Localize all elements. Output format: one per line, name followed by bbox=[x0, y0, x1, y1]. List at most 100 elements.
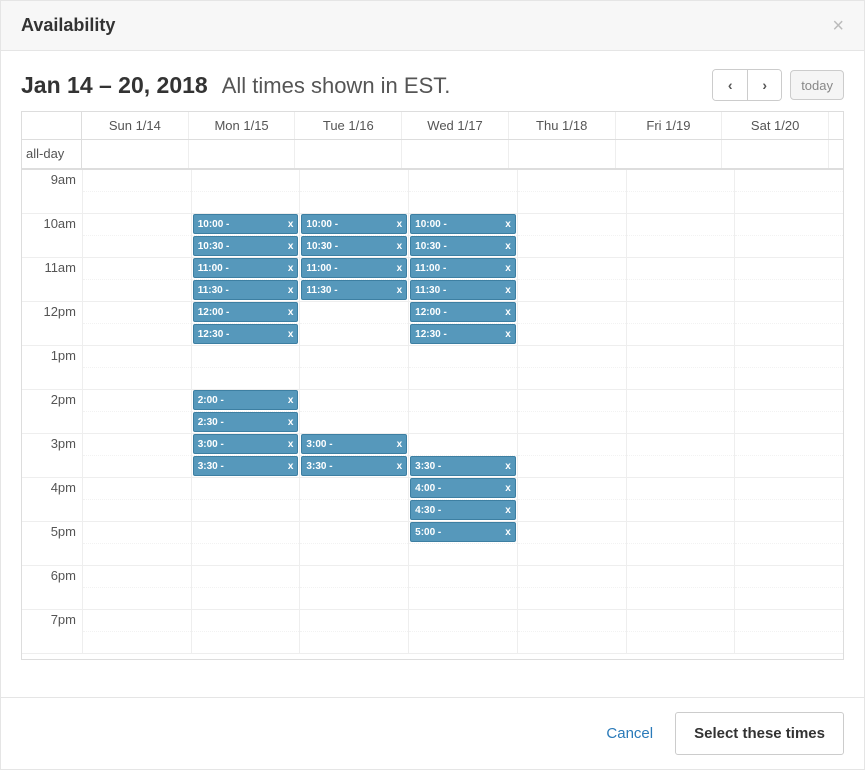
hour-cell[interactable] bbox=[735, 258, 843, 302]
availability-slot[interactable]: 3:30 -x bbox=[301, 456, 407, 476]
remove-slot-icon[interactable]: x bbox=[288, 263, 294, 274]
availability-slot[interactable]: 3:30 -x bbox=[193, 456, 299, 476]
hour-cell[interactable] bbox=[735, 346, 843, 390]
remove-slot-icon[interactable]: x bbox=[397, 461, 403, 472]
availability-slot[interactable]: 12:00 -x bbox=[410, 302, 516, 322]
availability-slot[interactable]: 2:00 -x bbox=[193, 390, 299, 410]
remove-slot-icon[interactable]: x bbox=[288, 461, 294, 472]
hour-cell[interactable] bbox=[518, 522, 626, 566]
hour-cell[interactable] bbox=[735, 566, 843, 610]
calendar-scroll-area[interactable]: 9am10am11am12pm1pm2pm3pm4pm5pm6pm7pm 10:… bbox=[21, 170, 844, 660]
remove-slot-icon[interactable]: x bbox=[397, 439, 403, 450]
prev-week-button[interactable]: ‹ bbox=[713, 70, 747, 100]
hour-cell[interactable] bbox=[735, 170, 843, 214]
availability-slot[interactable]: 10:30 -x bbox=[193, 236, 299, 256]
allday-sun[interactable] bbox=[82, 140, 189, 168]
hour-cell[interactable] bbox=[192, 346, 300, 390]
remove-slot-icon[interactable]: x bbox=[505, 505, 511, 516]
remove-slot-icon[interactable]: x bbox=[505, 307, 511, 318]
hour-cell[interactable] bbox=[192, 522, 300, 566]
remove-slot-icon[interactable]: x bbox=[288, 219, 294, 230]
remove-slot-icon[interactable]: x bbox=[288, 307, 294, 318]
hour-cell[interactable] bbox=[83, 566, 191, 610]
hour-cell[interactable] bbox=[518, 610, 626, 654]
hour-cell[interactable] bbox=[192, 478, 300, 522]
availability-slot[interactable]: 11:00 -x bbox=[193, 258, 299, 278]
hour-cell[interactable] bbox=[627, 346, 735, 390]
hour-cell[interactable] bbox=[627, 302, 735, 346]
day-col-fri[interactable] bbox=[626, 170, 735, 654]
hour-cell[interactable] bbox=[627, 478, 735, 522]
hour-cell[interactable] bbox=[627, 214, 735, 258]
availability-slot[interactable]: 11:30 -x bbox=[410, 280, 516, 300]
remove-slot-icon[interactable]: x bbox=[505, 263, 511, 274]
hour-cell[interactable] bbox=[300, 390, 408, 434]
availability-slot[interactable]: 11:30 -x bbox=[301, 280, 407, 300]
remove-slot-icon[interactable]: x bbox=[505, 461, 511, 472]
availability-slot[interactable]: 10:00 -x bbox=[301, 214, 407, 234]
hour-cell[interactable] bbox=[83, 522, 191, 566]
remove-slot-icon[interactable]: x bbox=[288, 439, 294, 450]
hour-cell[interactable] bbox=[192, 170, 300, 214]
allday-sat[interactable] bbox=[722, 140, 829, 168]
hour-cell[interactable] bbox=[83, 258, 191, 302]
hour-cell[interactable] bbox=[518, 566, 626, 610]
availability-slot[interactable]: 12:00 -x bbox=[193, 302, 299, 322]
day-col-thu[interactable] bbox=[517, 170, 626, 654]
availability-slot[interactable]: 4:00 -x bbox=[410, 478, 516, 498]
remove-slot-icon[interactable]: x bbox=[288, 395, 294, 406]
hour-cell[interactable] bbox=[735, 390, 843, 434]
hour-cell[interactable] bbox=[735, 302, 843, 346]
remove-slot-icon[interactable]: x bbox=[288, 285, 294, 296]
hour-cell[interactable] bbox=[627, 434, 735, 478]
remove-slot-icon[interactable]: x bbox=[397, 285, 403, 296]
day-col-sat[interactable] bbox=[734, 170, 843, 654]
hour-cell[interactable] bbox=[192, 610, 300, 654]
hour-cell[interactable] bbox=[83, 302, 191, 346]
remove-slot-icon[interactable]: x bbox=[397, 219, 403, 230]
hour-cell[interactable] bbox=[518, 390, 626, 434]
remove-slot-icon[interactable]: x bbox=[505, 219, 511, 230]
allday-tue[interactable] bbox=[295, 140, 402, 168]
hour-cell[interactable] bbox=[735, 610, 843, 654]
hour-cell[interactable] bbox=[300, 566, 408, 610]
hour-cell[interactable] bbox=[627, 522, 735, 566]
hour-cell[interactable] bbox=[518, 346, 626, 390]
hour-cell[interactable] bbox=[409, 610, 517, 654]
hour-cell[interactable] bbox=[300, 478, 408, 522]
availability-slot[interactable]: 3:30 -x bbox=[410, 456, 516, 476]
hour-cell[interactable] bbox=[83, 478, 191, 522]
next-week-button[interactable]: › bbox=[747, 70, 781, 100]
hour-cell[interactable] bbox=[518, 214, 626, 258]
hour-cell[interactable] bbox=[83, 434, 191, 478]
hour-cell[interactable] bbox=[735, 522, 843, 566]
remove-slot-icon[interactable]: x bbox=[288, 417, 294, 428]
availability-slot[interactable]: 2:30 -x bbox=[193, 412, 299, 432]
availability-slot[interactable]: 11:30 -x bbox=[193, 280, 299, 300]
remove-slot-icon[interactable]: x bbox=[397, 263, 403, 274]
hour-cell[interactable] bbox=[300, 522, 408, 566]
hour-cell[interactable] bbox=[518, 258, 626, 302]
hour-cell[interactable] bbox=[83, 170, 191, 214]
hour-cell[interactable] bbox=[627, 390, 735, 434]
availability-slot[interactable]: 3:00 -x bbox=[193, 434, 299, 454]
remove-slot-icon[interactable]: x bbox=[397, 241, 403, 252]
remove-slot-icon[interactable]: x bbox=[505, 329, 511, 340]
hour-cell[interactable] bbox=[735, 478, 843, 522]
hour-cell[interactable] bbox=[83, 390, 191, 434]
availability-slot[interactable]: 11:00 -x bbox=[410, 258, 516, 278]
day-col-tue[interactable]: 10:00 -x10:30 -x11:00 -x11:30 -x3:00 -x3… bbox=[299, 170, 408, 654]
hour-cell[interactable] bbox=[735, 434, 843, 478]
remove-slot-icon[interactable]: x bbox=[288, 329, 294, 340]
availability-slot[interactable]: 11:00 -x bbox=[301, 258, 407, 278]
close-icon[interactable]: × bbox=[832, 16, 844, 36]
availability-slot[interactable]: 12:30 -x bbox=[410, 324, 516, 344]
hour-cell[interactable] bbox=[409, 566, 517, 610]
hour-cell[interactable] bbox=[83, 214, 191, 258]
availability-slot[interactable]: 4:30 -x bbox=[410, 500, 516, 520]
hour-cell[interactable] bbox=[409, 170, 517, 214]
hour-cell[interactable] bbox=[409, 346, 517, 390]
hour-cell[interactable] bbox=[627, 610, 735, 654]
remove-slot-icon[interactable]: x bbox=[505, 241, 511, 252]
select-times-button[interactable]: Select these times bbox=[675, 712, 844, 755]
